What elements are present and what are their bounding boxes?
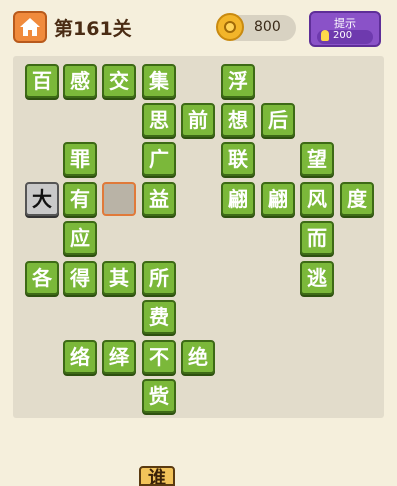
given-tile: 大 — [25, 182, 59, 216]
tile: 逃 — [300, 261, 334, 295]
home-button[interactable] — [13, 11, 47, 43]
level-title: 第161关 — [54, 18, 132, 40]
tile: 浮 — [221, 64, 255, 98]
hint-label: 提示 — [334, 17, 356, 30]
tile: 绝 — [181, 340, 215, 374]
tile: 其 — [102, 261, 136, 295]
tile: 应 — [63, 221, 97, 255]
tile: 风 — [300, 182, 334, 216]
tile: 络 — [63, 340, 97, 374]
tile: 集 — [142, 64, 176, 98]
tile: 思 — [142, 103, 176, 137]
coin-value: 800 — [254, 19, 281, 35]
tile: 各 — [25, 261, 59, 295]
candidate-tile[interactable]: 谁 — [139, 466, 175, 486]
tile: 度 — [340, 182, 374, 216]
tile: 广 — [142, 142, 176, 176]
hint-cost: 200 — [333, 30, 353, 41]
tile: 得 — [63, 261, 97, 295]
tile: 联 — [221, 142, 255, 176]
tile: 翩 — [261, 182, 295, 216]
tile: 百 — [25, 64, 59, 98]
tile: 后 — [261, 103, 295, 137]
tile: 益 — [142, 182, 176, 216]
tile: 有 — [63, 182, 97, 216]
hint-button[interactable]: 提示 200 — [309, 11, 381, 47]
tile: 翩 — [221, 182, 255, 216]
tile: 交 — [102, 64, 136, 98]
tile: 赀 — [142, 379, 176, 413]
top-bar: 第161关 800 提示 200 — [0, 0, 397, 52]
tile: 前 — [181, 103, 215, 137]
tile: 想 — [221, 103, 255, 137]
tile: 而 — [300, 221, 334, 255]
home-icon — [20, 18, 40, 36]
empty-cell-selected[interactable] — [102, 182, 136, 216]
tile: 费 — [142, 300, 176, 334]
tile: 绎 — [102, 340, 136, 374]
tile: 不 — [142, 340, 176, 374]
tile: 望 — [300, 142, 334, 176]
tile: 所 — [142, 261, 176, 295]
coin-icon — [216, 13, 244, 41]
tile: 感 — [63, 64, 97, 98]
lightbulb-icon — [321, 30, 329, 41]
tile: 罪 — [63, 142, 97, 176]
